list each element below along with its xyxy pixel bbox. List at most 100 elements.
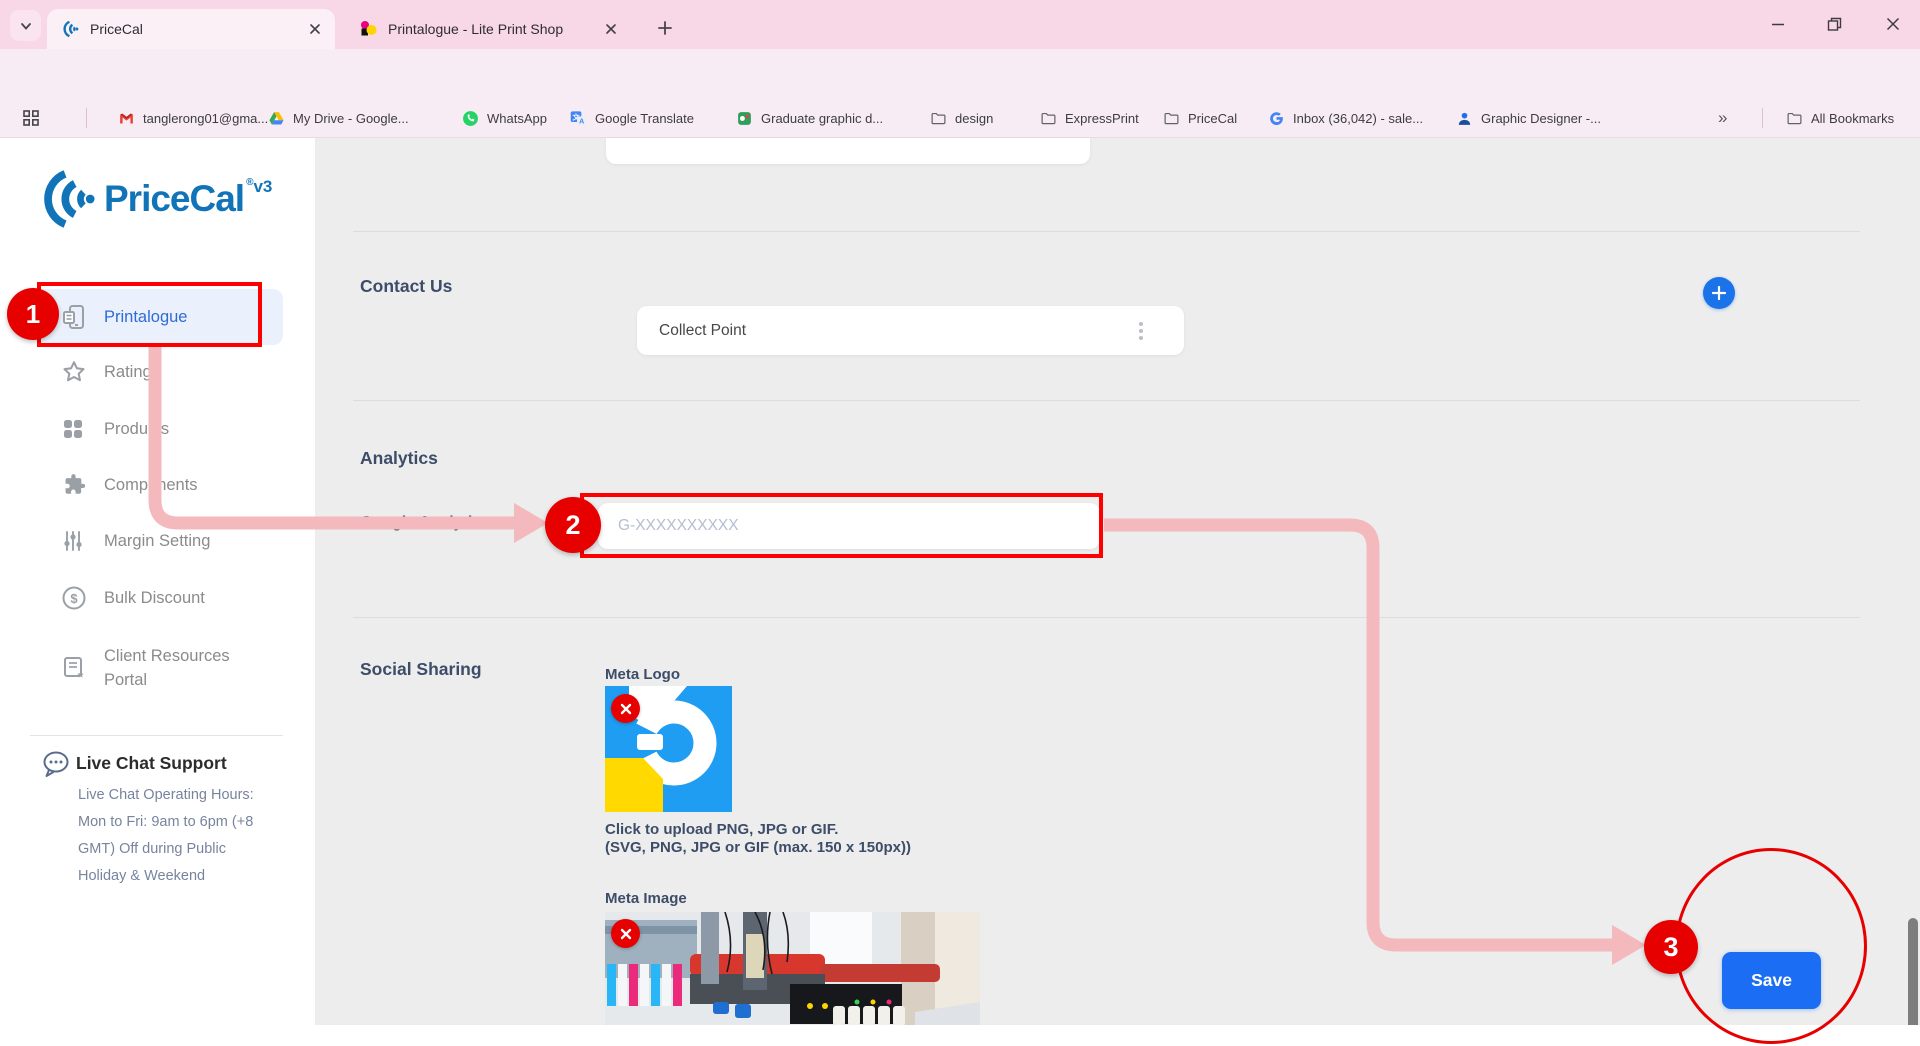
window-restore-button[interactable]	[1817, 10, 1851, 38]
section-divider	[353, 617, 1860, 618]
support-hours-line: Mon to Fri: 9am to 6pm (+8	[78, 812, 293, 832]
social-sharing-title: Social Sharing	[360, 659, 482, 680]
sidebar-divider	[30, 735, 283, 736]
sidebar-item-bulk-discount[interactable]: $ Bulk Discount	[37, 570, 283, 626]
x-icon	[620, 928, 632, 940]
sidebar-item-margin-setting[interactable]: Margin Setting	[37, 513, 283, 569]
bookmark-label: WhatsApp	[487, 111, 547, 126]
google-g-icon	[1268, 110, 1285, 127]
bookmark-folder-design[interactable]: design	[930, 106, 993, 130]
all-bookmarks-label: All Bookmarks	[1811, 111, 1894, 126]
browser-window: PriceCal Printalogue - Lite Print Shop	[0, 0, 1920, 1046]
tab-search-button[interactable]	[10, 10, 41, 41]
folder-icon	[1040, 110, 1057, 127]
new-tab-button[interactable]	[651, 14, 679, 42]
annotation-box-analytics-input	[580, 493, 1103, 558]
sidebar-item-components[interactable]: Components	[37, 457, 283, 513]
sliders-icon	[61, 528, 87, 554]
bookmark-inbox[interactable]: Inbox (36,042) - sale...	[1268, 106, 1423, 130]
bookmark-label: Google Translate	[595, 111, 694, 126]
bookmark-whatsapp[interactable]: WhatsApp	[462, 106, 547, 130]
overflow-chevrons: »	[1718, 108, 1727, 128]
add-contact-button[interactable]	[1703, 277, 1735, 309]
meta-image-preview[interactable]	[605, 912, 980, 1026]
gmail-icon	[118, 110, 135, 127]
bookmark-folder-expressprint[interactable]: ExpressPrint	[1040, 106, 1139, 130]
annotation-step-1: 1	[7, 288, 59, 340]
bookmark-label: tanglerong01@gma...	[143, 111, 268, 126]
chevron-down-icon	[19, 19, 33, 33]
x-icon	[620, 703, 632, 715]
tab-pricecal[interactable]: PriceCal	[47, 9, 335, 49]
upload-hint-line1: Click to upload PNG, JPG or GIF.	[605, 821, 838, 838]
folder-icon	[930, 110, 947, 127]
svg-text:$: $	[70, 591, 78, 606]
bookmark-gmail[interactable]: tanglerong01@gma...	[118, 106, 268, 130]
all-bookmarks-button[interactable]: All Bookmarks	[1786, 106, 1894, 130]
person-icon	[1456, 110, 1473, 127]
bookmark-label: PriceCal	[1188, 111, 1237, 126]
google-analytics-label: Google Analytics	[360, 514, 490, 532]
bookmarks-overflow-button[interactable]: »	[1718, 106, 1727, 130]
page-bottom-strip	[0, 1025, 1920, 1046]
pricecal-favicon	[61, 20, 79, 38]
tab-close-button[interactable]	[309, 23, 321, 35]
sidebar-item-products[interactable]: Products	[37, 401, 283, 457]
close-icon	[309, 23, 321, 35]
star-icon	[61, 359, 87, 385]
bookmark-label: ExpressPrint	[1065, 111, 1139, 126]
document-star-icon	[61, 655, 87, 681]
google-translate-icon: 文A	[570, 110, 587, 127]
bookmark-label: My Drive - Google...	[293, 111, 409, 126]
annotation-step-2: 2	[545, 497, 601, 553]
meta-image-label: Meta Image	[605, 890, 687, 907]
annotation-circle-save	[1675, 848, 1867, 1044]
live-chat-support-title: Live Chat Support	[76, 753, 227, 774]
sidebar-item-client-resources[interactable]: Client Resources Portal	[37, 630, 287, 706]
dollar-circle-icon: $	[61, 585, 87, 611]
grid-icon	[61, 416, 87, 442]
close-icon	[605, 23, 617, 35]
apps-grid-button[interactable]	[22, 106, 40, 130]
tab-title: PriceCal	[90, 21, 297, 37]
bookmark-folder-pricecal[interactable]: PriceCal	[1163, 106, 1237, 130]
bookmark-drive[interactable]: My Drive - Google...	[268, 106, 409, 130]
bookmarks-bar: tanglerong01@gma... My Drive - Google...…	[0, 98, 1920, 138]
collect-point-label: Collect Point	[659, 322, 746, 340]
sidebar-item-label: Components	[104, 473, 198, 497]
collect-point-row[interactable]: Collect Point	[637, 306, 1184, 355]
sidebar-item-label: Margin Setting	[104, 529, 210, 553]
window-close-button[interactable]	[1876, 10, 1910, 38]
sidebar-item-label: Products	[104, 417, 169, 441]
plus-icon	[1711, 285, 1727, 301]
remove-meta-logo-button[interactable]	[611, 694, 640, 723]
tab-close-button[interactable]	[605, 23, 617, 35]
site-icon	[736, 110, 753, 127]
support-hours-line: Live Chat Operating Hours:	[78, 785, 293, 805]
bookmark-graphic-designer[interactable]: Graphic Designer -...	[1456, 106, 1601, 130]
section-divider	[353, 400, 1860, 401]
sidebar-item-label: Client Resources Portal	[104, 644, 254, 692]
logo-version: v3	[253, 177, 272, 196]
tab-title: Printalogue - Lite Print Shop	[388, 21, 593, 37]
page-content: PriceCal ®v3 Printalogue Ratings Pro	[0, 138, 1920, 1025]
tab-printalogue[interactable]: Printalogue - Lite Print Shop	[345, 9, 631, 49]
support-hours-line: GMT) Off during Public	[78, 839, 293, 859]
bookmark-label: Graphic Designer -...	[1481, 111, 1601, 126]
contact-us-title: Contact Us	[360, 276, 452, 297]
bookmark-google-translate[interactable]: 文A Google Translate	[570, 106, 694, 130]
remove-meta-image-button[interactable]	[611, 919, 640, 948]
puzzle-icon	[61, 472, 87, 498]
sidebar-item-label: Ratings	[104, 360, 160, 384]
sidebar-item-ratings[interactable]: Ratings	[37, 344, 283, 400]
window-minimize-button[interactable]	[1761, 10, 1795, 38]
section-divider	[353, 231, 1860, 232]
whatsapp-icon	[462, 110, 479, 127]
close-icon	[1886, 17, 1900, 31]
sidebar-item-label: Bulk Discount	[104, 586, 205, 610]
folder-icon	[1786, 110, 1803, 127]
apps-grid-icon	[22, 109, 40, 127]
printshop-favicon	[359, 20, 377, 38]
bookmark-graduate-graphic[interactable]: Graduate graphic d...	[736, 106, 883, 130]
row-kebab-icon[interactable]	[1137, 320, 1145, 342]
